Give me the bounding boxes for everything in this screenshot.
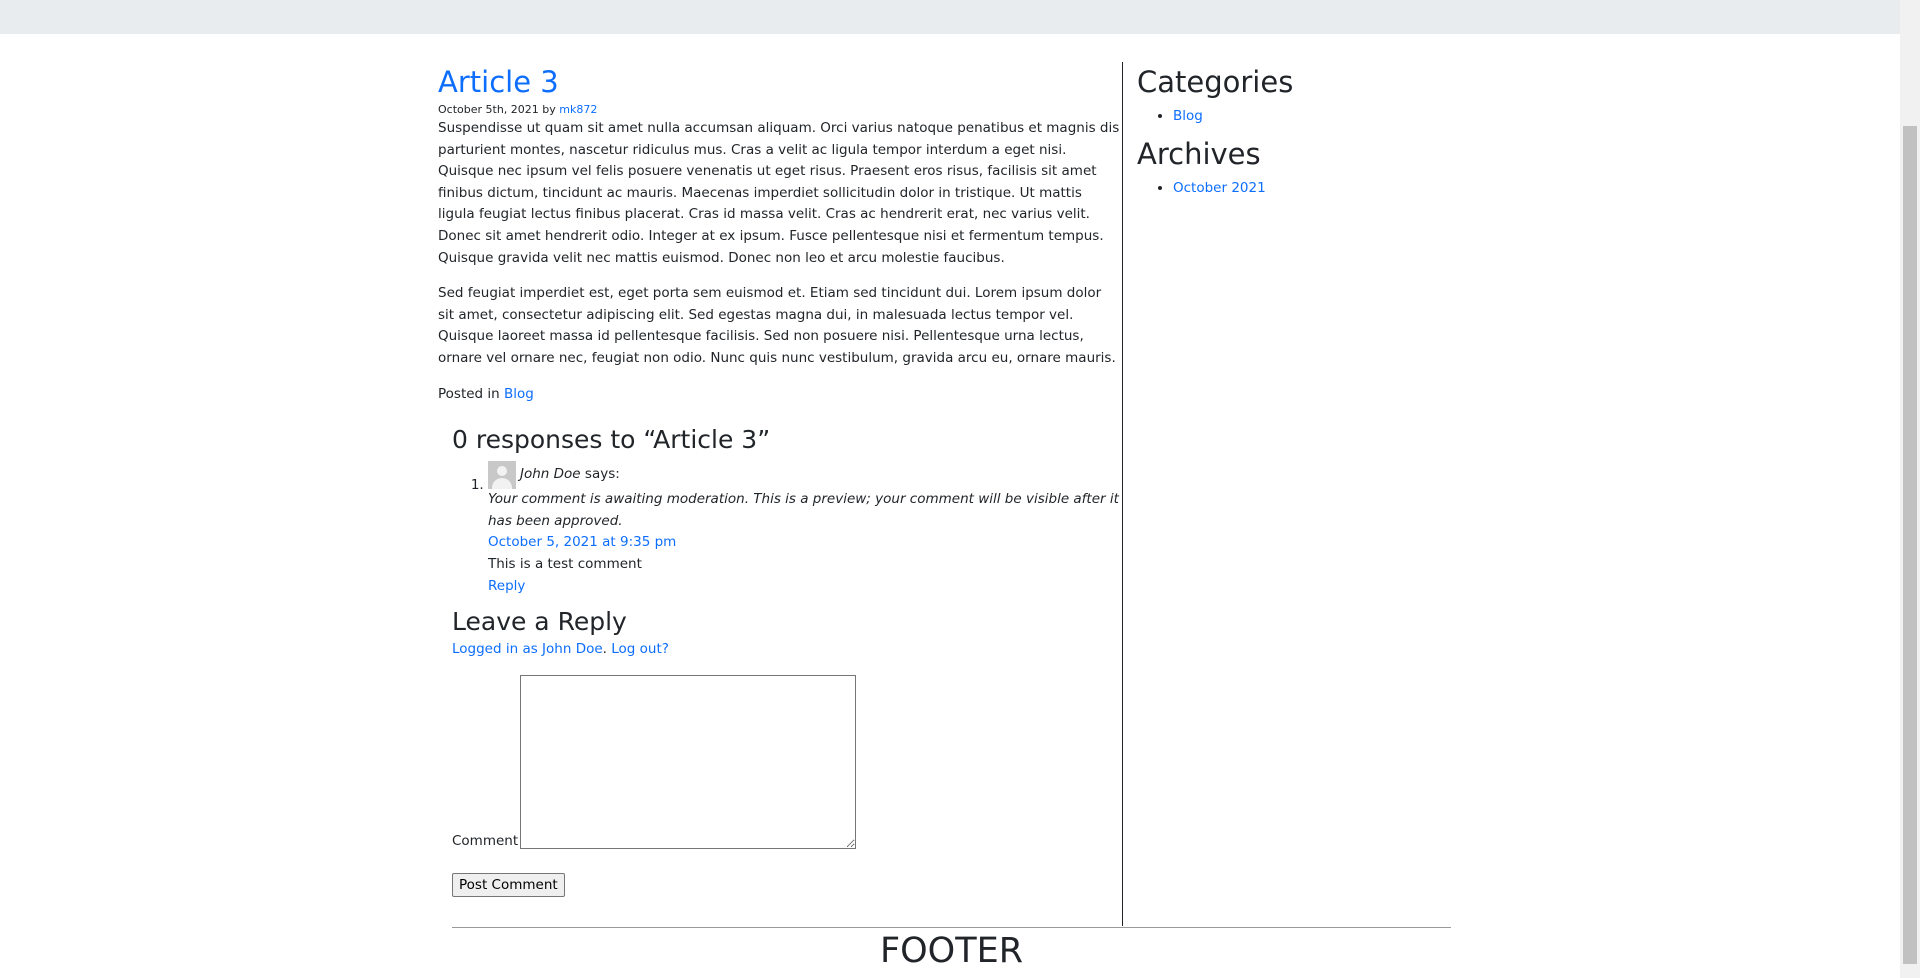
comment-reply-link[interactable]: Reply bbox=[488, 578, 525, 594]
posted-in: Posted in Blog bbox=[438, 384, 1121, 406]
archives-heading: Archives bbox=[1137, 136, 1261, 171]
avatar-body bbox=[492, 478, 512, 490]
reply-heading: Leave a Reply bbox=[452, 607, 627, 637]
category-link-blog[interactable]: Blog bbox=[1173, 108, 1203, 124]
comment-date-link[interactable]: October 5, 2021 at 9:35 pm bbox=[488, 534, 676, 550]
post-author-link[interactable]: mk872 bbox=[559, 103, 597, 116]
comments-section: 0 responses to “Article 3” John Doe says… bbox=[452, 423, 1121, 897]
post-title-link[interactable]: Article 3 bbox=[438, 65, 559, 99]
page-footer: FOOTER bbox=[879, 931, 1024, 971]
logged-in-link[interactable]: Logged in as John Doe bbox=[452, 641, 603, 657]
post-by: by bbox=[542, 103, 556, 116]
post-category-link[interactable]: Blog bbox=[504, 386, 534, 402]
comment-says: says: bbox=[584, 466, 620, 483]
comment-moderation-note: Your comment is awaiting moderation. Thi… bbox=[488, 491, 1119, 529]
top-navbar bbox=[0, 0, 1900, 34]
main-content: Article 3 October 5th, 2021 by mk872 Sus… bbox=[438, 62, 1121, 897]
archives-list: October 2021 bbox=[1137, 178, 1437, 200]
post-comment-button[interactable]: Post Comment bbox=[452, 872, 565, 897]
logout-link[interactable]: Log out? bbox=[611, 641, 669, 657]
post-paragraph: Sed feugiat imperdiet est, eget porta se… bbox=[438, 285, 1116, 366]
category-item: Blog bbox=[1173, 106, 1437, 128]
sidebar: Categories Blog Archives October 2021 bbox=[1137, 62, 1437, 205]
archive-item: October 2021 bbox=[1173, 178, 1437, 200]
reply-form: Leave a Reply Logged in as John Doe. Log… bbox=[452, 605, 1121, 897]
post-article: Article 3 October 5th, 2021 by mk872 Sus… bbox=[438, 62, 1121, 405]
post-paragraph: Suspendisse ut quam sit amet nulla accum… bbox=[438, 120, 1120, 266]
comment-item: John Doe says: Your comment is awaiting … bbox=[488, 461, 1121, 597]
comment-field-row: Comment bbox=[452, 674, 1121, 849]
sidebar-divider bbox=[1122, 62, 1123, 926]
post-meta: October 5th, 2021 by mk872 bbox=[438, 102, 1121, 118]
avatar bbox=[488, 461, 516, 490]
post-date: October 5th, 2021 bbox=[438, 103, 539, 116]
logged-in-row: Logged in as John Doe. Log out? bbox=[452, 641, 669, 658]
avatar-head bbox=[497, 466, 507, 477]
comment-label: Comment bbox=[452, 832, 519, 849]
archive-link-october-2021[interactable]: October 2021 bbox=[1173, 180, 1266, 196]
comment-author-row: John Doe says: bbox=[488, 461, 1121, 490]
comment-text: This is a test comment bbox=[488, 555, 642, 572]
comments-heading: 0 responses to “Article 3” bbox=[452, 425, 771, 455]
posted-in-label: Posted in bbox=[438, 385, 500, 402]
comment-list: John Doe says: Your comment is awaiting … bbox=[452, 461, 1121, 597]
post-title: Article 3 bbox=[438, 62, 1121, 102]
comment-author: John Doe bbox=[520, 466, 581, 483]
scrollbar-thumb[interactable] bbox=[1903, 126, 1917, 964]
comment-textarea[interactable] bbox=[520, 674, 857, 849]
page-scrollbar[interactable] bbox=[1900, 0, 1920, 978]
categories-list: Blog bbox=[1137, 106, 1437, 128]
categories-heading: Categories bbox=[1137, 65, 1294, 99]
